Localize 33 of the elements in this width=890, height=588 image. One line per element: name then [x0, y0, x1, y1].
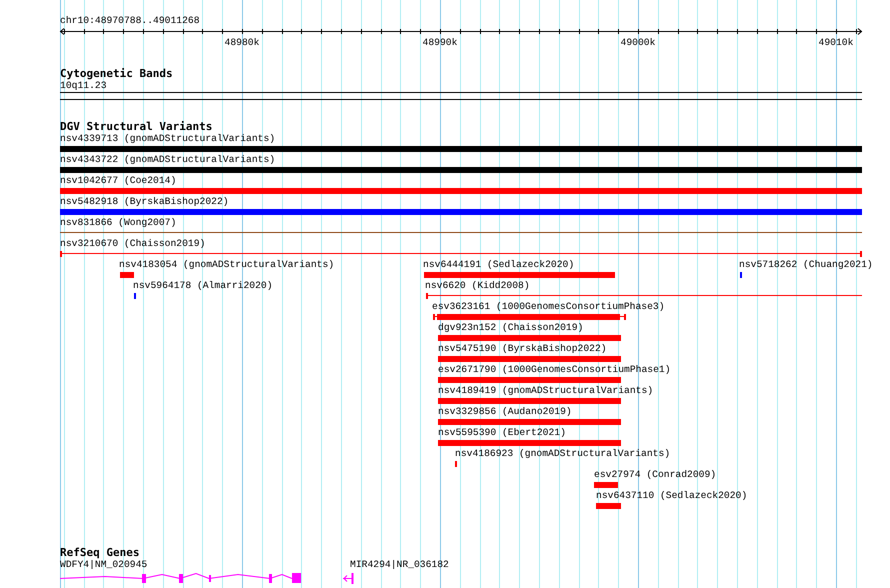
- variant-label: nsv4189419 (gnomADStructuralVariants): [438, 385, 654, 397]
- variant-label: esv2671790 (1000GenomesConsortiumPhase1): [438, 364, 671, 376]
- variant-label: nsv5964178 (Almarri2020): [133, 280, 273, 292]
- gene-label: MIR4294|NR_036182: [350, 559, 449, 571]
- position-label: chr10:48970788..49011268: [60, 14, 201, 28]
- variant-label: nsv4343722 (gnomADStructuralVariants): [60, 154, 276, 166]
- variant-label: nsv3210670 (Chaisson2019): [60, 238, 206, 250]
- variant-label: nsv6620 (Kidd2008): [425, 280, 530, 292]
- variant-label: esv27974 (Conrad2009): [594, 469, 716, 481]
- variant-label: esv3623161 (1000GenomesConsortiumPhase3): [432, 301, 665, 313]
- track-title: Cytogenetic Bands: [60, 67, 174, 80]
- variant-label: nsv3329856 (Audano2019): [438, 406, 572, 418]
- variant-label: nsv1042677 (Coe2014): [60, 175, 176, 187]
- gene-model-drawing: [342, 573, 354, 584]
- track-title: DGV Structural Variants: [60, 120, 214, 133]
- track-title: RefSeq Genes: [60, 546, 140, 559]
- variant-label: nsv4186923 (gnomADStructuralVariants): [455, 448, 670, 460]
- tick-label: 49000k: [620, 37, 656, 48]
- variant-label: nsv5475190 (ByrskaBishop2022): [438, 343, 607, 355]
- variant-label: nsv5718262 (Chuang2021): [739, 259, 873, 271]
- variant-label: nsv4183054 (gnomADStructuralVariants): [119, 259, 334, 271]
- tick-label: 49010k: [818, 37, 854, 48]
- variant-label: nsv6444191 (Sedlazeck2020): [423, 259, 574, 271]
- tick-label: 48980k: [224, 37, 260, 48]
- variant-label: nsv5482918 (ByrskaBishop2022): [60, 196, 229, 208]
- variant-label: nsv5595390 (Ebert2021): [438, 427, 566, 439]
- band-label: 10q11.23: [60, 80, 108, 92]
- variant-label: nsv4339713 (gnomADStructuralVariants): [60, 133, 276, 145]
- tick-label: 48990k: [422, 37, 458, 48]
- gene-label: WDFY4|NM_020945: [60, 559, 148, 571]
- variant-label: nsv831866 (Wong2007): [60, 217, 176, 229]
- variant-label: nsv6437110 (Sedlazeck2020): [596, 490, 748, 502]
- variant-label: dgv923n152 (Chaisson2019): [438, 322, 584, 334]
